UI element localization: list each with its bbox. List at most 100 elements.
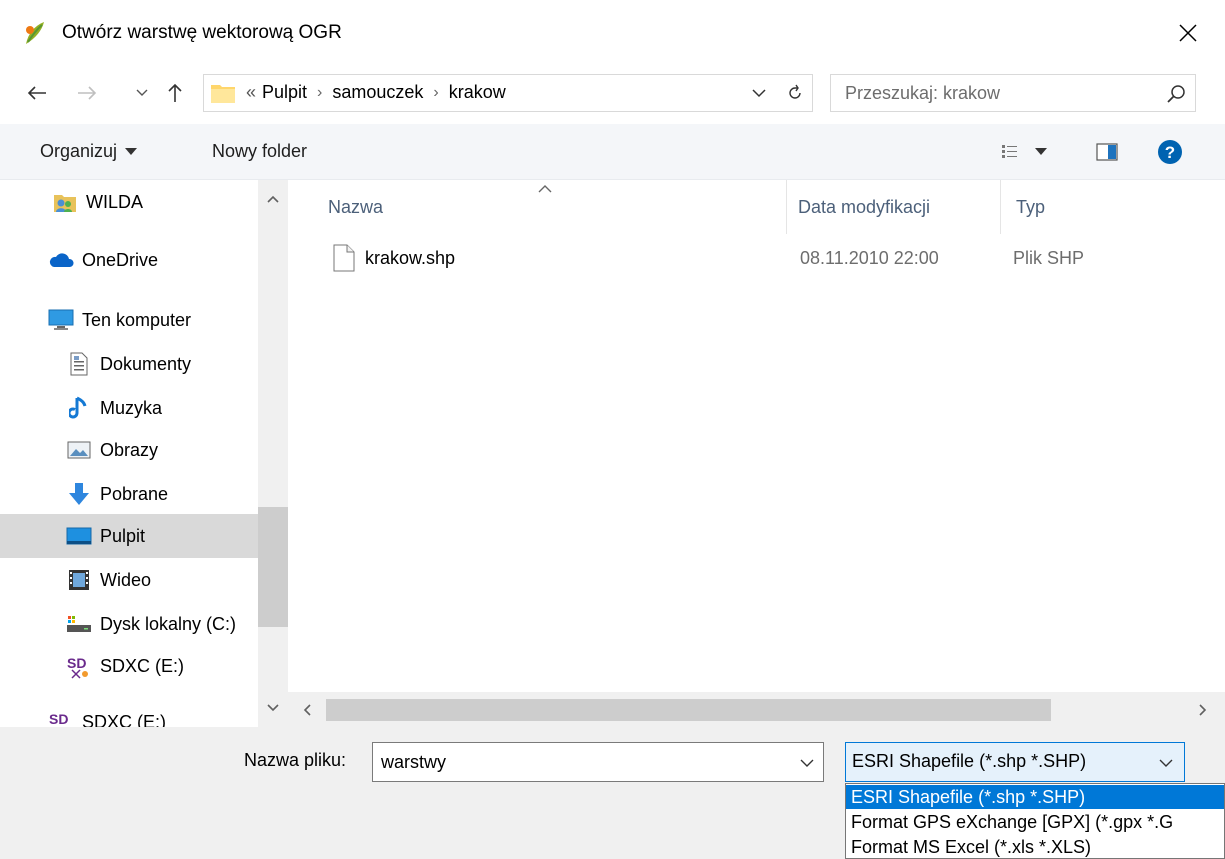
file-type-option[interactable]: Format GPS eXchange [GPX] (*.gpx *.G xyxy=(846,810,1224,834)
refresh-icon xyxy=(788,84,801,99)
breadcrumb-item-samouczek[interactable]: samouczek xyxy=(332,82,423,103)
scroll-left-arrow-icon[interactable] xyxy=(292,692,322,727)
sidebar-item-downloads[interactable]: Pobrane xyxy=(0,472,258,516)
organize-menu-button[interactable]: Organizuj xyxy=(40,141,138,162)
chevron-down-icon xyxy=(752,88,766,97)
column-header-type[interactable]: Typ xyxy=(1016,180,1216,234)
breadcrumb-item-pulpit[interactable]: Pulpit xyxy=(262,82,307,103)
file-type-filter-value: ESRI Shapefile (*.shp *.SHP) xyxy=(852,751,1087,771)
svg-text:SD: SD xyxy=(49,711,68,727)
preview-pane-button[interactable] xyxy=(1092,140,1122,164)
chevron-down-icon xyxy=(136,89,148,96)
file-modified-date: 08.11.2010 22:00 xyxy=(800,248,939,268)
pictures-icon xyxy=(66,437,92,463)
dropdown-triangle-icon xyxy=(1035,148,1047,155)
help-icon: ? xyxy=(1158,140,1182,164)
computer-icon xyxy=(48,307,74,333)
breadcrumb-separator-icon[interactable]: › xyxy=(433,84,438,102)
sidebar-item-videos[interactable]: Wideo xyxy=(0,558,258,602)
forward-button[interactable] xyxy=(70,76,104,110)
filename-history-button[interactable] xyxy=(793,749,821,777)
address-history-button[interactable] xyxy=(744,79,774,107)
sidebar-item-label: Obrazy xyxy=(100,439,159,460)
column-header-label: Typ xyxy=(1016,196,1046,217)
breadcrumb-item-krakow[interactable]: krakow xyxy=(449,82,506,103)
sidebar-item-local-disk[interactable]: Dysk lokalny (C:) xyxy=(0,602,258,646)
filename-value: warstwy xyxy=(381,752,447,772)
file-type-filter-dropdown-button[interactable] xyxy=(1152,749,1180,777)
recent-locations-button[interactable] xyxy=(130,76,154,110)
file-type-dropdown-list[interactable]: ESRI Shapefile (*.shp *.SHP) Format GPS … xyxy=(845,783,1225,859)
column-header-date[interactable]: Data modyfikacji xyxy=(798,180,998,234)
dropdown-triangle-icon xyxy=(125,147,138,155)
horizontal-scrollbar[interactable] xyxy=(288,692,1225,727)
table-row[interactable]: krakow.shp 08.11.2010 22:00 Plik SHP xyxy=(328,240,1208,278)
address-bar[interactable]: « Pulpit › samouczek › krakow xyxy=(203,74,813,112)
breadcrumb-overflow[interactable]: « xyxy=(246,82,256,103)
view-options-icon xyxy=(1002,145,1017,158)
search-placeholder: Przeszukaj: krakow xyxy=(845,83,1001,103)
column-header-name[interactable]: Nazwa xyxy=(328,180,784,234)
filename-field[interactable]: warstwy xyxy=(372,742,824,782)
file-list-pane[interactable]: Nazwa Data modyfikacji Typ krakow.shp 08… xyxy=(288,180,1225,727)
sidebar-item-label: Wideo xyxy=(100,569,152,590)
refresh-button[interactable] xyxy=(779,79,809,107)
sidebar-item-sdxc-root[interactable]: SD SDXC (E:) xyxy=(0,700,258,727)
new-folder-button[interactable]: Nowy folder xyxy=(212,141,307,162)
view-options-button[interactable] xyxy=(992,140,1056,164)
sidebar-item-documents[interactable]: Dokumenty xyxy=(0,342,258,386)
sidebar-item-onedrive[interactable]: OneDrive xyxy=(0,238,258,282)
column-header-label: Nazwa xyxy=(328,196,384,217)
sidebar-item-label: Pulpit xyxy=(100,525,146,546)
column-divider[interactable] xyxy=(786,180,787,234)
sidebar-item-music[interactable]: Muzyka xyxy=(0,386,258,430)
sidebar-item-label: Dysk lokalny (C:) xyxy=(100,613,237,634)
cloud-icon xyxy=(48,247,74,273)
svg-text:?: ? xyxy=(1165,143,1175,162)
sidebar-item-wilda[interactable]: WILDA xyxy=(0,180,258,224)
scroll-right-arrow-icon[interactable] xyxy=(1188,692,1218,727)
search-icon[interactable] xyxy=(1165,83,1187,105)
chevron-down-icon xyxy=(800,759,814,767)
file-type-filter-select[interactable]: ESRI Shapefile (*.shp *.SHP) xyxy=(845,742,1185,782)
sidebar-item-sdxc[interactable]: SD SDXC (E:) xyxy=(0,644,258,688)
horizontal-scroll-thumb[interactable] xyxy=(326,699,1051,721)
desktop-icon xyxy=(66,523,92,549)
file-type-option[interactable]: Format MS Excel (*.xls *.XLS) xyxy=(846,835,1224,858)
music-icon xyxy=(66,395,92,421)
command-toolbar: Organizuj Nowy folder ? xyxy=(0,124,1225,180)
sidebar-item-pictures[interactable]: Obrazy xyxy=(0,428,258,472)
back-button[interactable] xyxy=(20,76,54,110)
file-icon xyxy=(333,244,355,272)
forward-arrow-icon xyxy=(78,86,97,100)
sidebar-item-label: SDXC (E:) xyxy=(100,655,185,676)
title-bar: Otwórz warstwę wektorową OGR xyxy=(0,0,1225,66)
sidebar-item-this-pc[interactable]: Ten komputer xyxy=(0,298,258,342)
organize-label: Organizuj xyxy=(40,141,118,161)
video-icon xyxy=(66,567,92,593)
navigation-pane[interactable]: WILDA OneDrive Ten komputer Dokumenty Mu… xyxy=(0,180,288,727)
column-header-label: Data modyfikacji xyxy=(798,196,931,217)
scroll-up-arrow-icon[interactable] xyxy=(258,184,288,214)
sidebar-item-label: Muzyka xyxy=(100,397,163,418)
file-type-option[interactable]: ESRI Shapefile (*.shp *.SHP) xyxy=(846,785,1224,809)
file-name: krakow.shp xyxy=(365,248,456,268)
sidebar-item-desktop[interactable]: Pulpit xyxy=(0,514,258,558)
breadcrumb-separator-icon[interactable]: › xyxy=(317,84,322,102)
scroll-down-arrow-icon[interactable] xyxy=(258,693,288,723)
close-button[interactable] xyxy=(1168,14,1208,52)
up-button[interactable] xyxy=(160,76,190,110)
help-button[interactable]: ? xyxy=(1156,138,1184,166)
sidebar-item-label: Dokumenty xyxy=(100,353,192,374)
breadcrumb: « Pulpit › samouczek › krakow xyxy=(246,82,506,103)
up-arrow-icon xyxy=(168,83,182,102)
sidebar-scrollbar[interactable] xyxy=(258,180,288,727)
column-divider[interactable] xyxy=(1000,180,1001,234)
sidebar-item-label: Ten komputer xyxy=(82,309,192,330)
navigation-bar: « Pulpit › samouczek › krakow Przeszukaj… xyxy=(0,66,1225,120)
user-folder-icon xyxy=(52,189,78,215)
sidebar-scroll-thumb[interactable] xyxy=(258,507,288,627)
sidebar-item-label: WILDA xyxy=(86,191,144,212)
search-input[interactable]: Przeszukaj: krakow xyxy=(830,74,1196,112)
sidebar-item-label: Pobrane xyxy=(100,483,169,504)
